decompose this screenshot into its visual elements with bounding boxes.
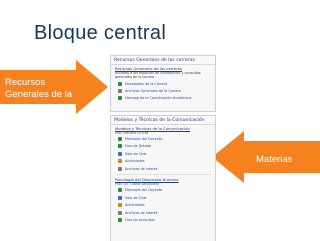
activity-link[interactable]: Actividades — [115, 158, 211, 165]
activity-link-label: Novedades de la Carrera — [125, 81, 168, 86]
activity-link[interactable]: Actividades — [115, 202, 211, 209]
activity-link-label: Archivos de interés — [125, 166, 158, 171]
chat-icon — [118, 195, 122, 200]
activity-link[interactable]: Archivos Generales de la Carrera — [115, 87, 211, 94]
callout-label-left: Recursos Generales de la carrera — [5, 77, 73, 112]
forum-icon — [118, 218, 122, 223]
activity-link[interactable]: Sala de Chat — [115, 194, 211, 201]
activity-link-label: Archivos Generales de la Carrera — [125, 88, 181, 93]
chat-icon — [118, 151, 122, 156]
file-icon — [118, 166, 122, 171]
activity-link-label: Actividades — [125, 159, 145, 164]
activity-link[interactable]: Novedades de la Carrera — [115, 80, 211, 87]
activity-link[interactable]: Archivos de interés — [115, 209, 211, 216]
general-resources-panel: Recursos Generales de las carreras Recur… — [110, 55, 216, 112]
activity-link-label: Actividades — [125, 203, 145, 208]
file-icon — [118, 210, 122, 215]
activity-link-label: Mensajes del Docente — [125, 188, 163, 193]
courses-panel: Modelos y Técnicas de la Comunicación Mo… — [110, 115, 216, 241]
activity-link[interactable]: Archivos de interés — [115, 165, 211, 172]
section-description: Accedés a los espacios de información y … — [115, 71, 201, 80]
activity-link-label: Mensajes del Docente — [125, 137, 163, 142]
activity-link[interactable]: Mensajes del Docente — [115, 135, 211, 142]
activity-icon — [118, 203, 122, 208]
slide-title: Bloque central — [34, 22, 167, 44]
course-block-2: Psicología del Desarrollo Humano Prof. L… — [115, 177, 211, 223]
activity-link-label: Foro de consultas — [125, 218, 155, 223]
panel-title: Recursos Generales de las carreras — [111, 56, 215, 65]
activity-link[interactable]: Foro de Debate — [115, 143, 211, 150]
forum-icon — [118, 137, 122, 142]
activity-link[interactable]: Mensaje de la Coordinación Académica — [115, 95, 211, 102]
forum-icon — [118, 96, 122, 101]
course-block-1: Modelos y Técnicas de la Comunicación Pr… — [115, 126, 211, 172]
activity-link-label: Sala de Chat — [125, 151, 147, 156]
activity-link-label: Archivos de interés — [125, 210, 158, 215]
activity-link[interactable]: Sala de Chat — [115, 150, 211, 157]
file-icon — [118, 88, 122, 93]
activity-link-label: Foro de Debate — [125, 144, 152, 149]
forum-icon — [118, 81, 122, 86]
callout-label-right: Materias — [256, 154, 293, 165]
activity-link[interactable]: Foro de consultas — [115, 216, 211, 223]
activity-icon — [118, 159, 122, 164]
activity-link[interactable]: Mensajes del Docente — [115, 187, 211, 194]
activity-link-label: Sala de Chat — [125, 195, 147, 200]
activity-link-label: Mensaje de la Coordinación Académica — [125, 96, 192, 101]
forum-icon — [118, 144, 122, 149]
panel-title: Modelos y Técnicas de la Comunicación — [111, 116, 215, 125]
forum-icon — [118, 188, 122, 193]
divider — [115, 174, 211, 176]
